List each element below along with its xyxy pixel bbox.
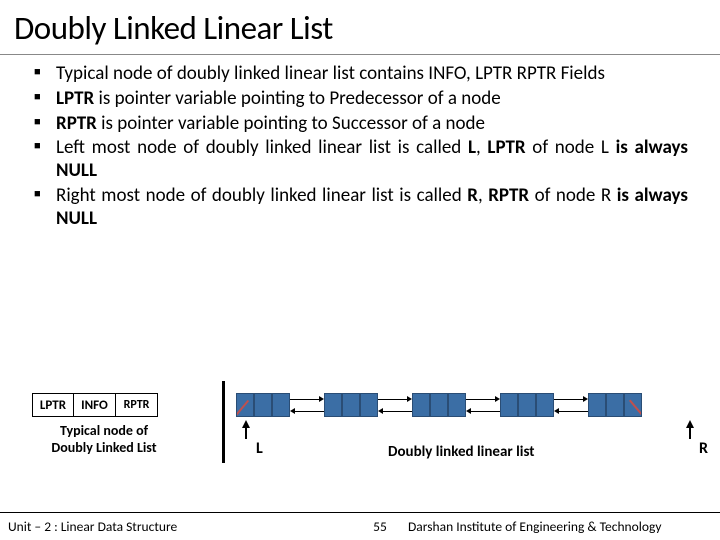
pointer-r-label: R xyxy=(699,439,708,458)
page-title: Doubly Linked Linear List xyxy=(0,0,720,55)
seg-info xyxy=(254,393,272,417)
list-node xyxy=(412,393,466,417)
bullet-list: Typical node of doubly linked linear lis… xyxy=(0,55,720,231)
footer-institution: Darshan Institute of Engineering & Techn… xyxy=(400,518,720,535)
divider-line xyxy=(222,381,225,463)
seg-rptr xyxy=(272,393,290,417)
arrow-up-icon xyxy=(242,420,250,428)
sample-caption: Typical node of Doubly Linked List xyxy=(44,423,164,457)
footer: Unit – 2 : Linear Data Structure 55 Dars… xyxy=(0,512,720,540)
footer-unit: Unit – 2 : Linear Data Structure xyxy=(0,518,360,535)
list-node xyxy=(324,393,378,417)
arrow-up-icon xyxy=(686,420,694,428)
list-node xyxy=(500,393,554,417)
cell-rptr: RPTR xyxy=(116,393,158,417)
footer-page: 55 xyxy=(360,518,400,535)
linked-list-chain xyxy=(236,393,642,417)
pointer-l-label: L xyxy=(256,439,263,458)
connector xyxy=(378,393,412,417)
diagram-area: LPTR INFO RPTR Typical node of Doubly Li… xyxy=(0,363,720,483)
list-node xyxy=(236,393,290,417)
seg-rptr-null xyxy=(624,393,642,417)
connector xyxy=(466,393,500,417)
seg-lptr-null xyxy=(236,393,254,417)
connector xyxy=(554,393,588,417)
connector xyxy=(290,393,324,417)
chain-caption: Doubly linked linear list xyxy=(388,443,534,461)
bullet-item: RPTR is pointer variable pointing to Suc… xyxy=(56,113,688,136)
cell-info: INFO xyxy=(74,393,116,417)
bullet-item: Left most node of doubly linked linear l… xyxy=(56,137,688,183)
bullet-item: Right most node of doubly linked linear … xyxy=(56,185,688,231)
cell-lptr: LPTR xyxy=(32,393,74,417)
sample-node-box: LPTR INFO RPTR xyxy=(32,393,158,417)
list-node xyxy=(588,393,642,417)
bullet-item: LPTR is pointer variable pointing to Pre… xyxy=(56,88,688,111)
bullet-item: Typical node of doubly linked linear lis… xyxy=(56,63,688,86)
